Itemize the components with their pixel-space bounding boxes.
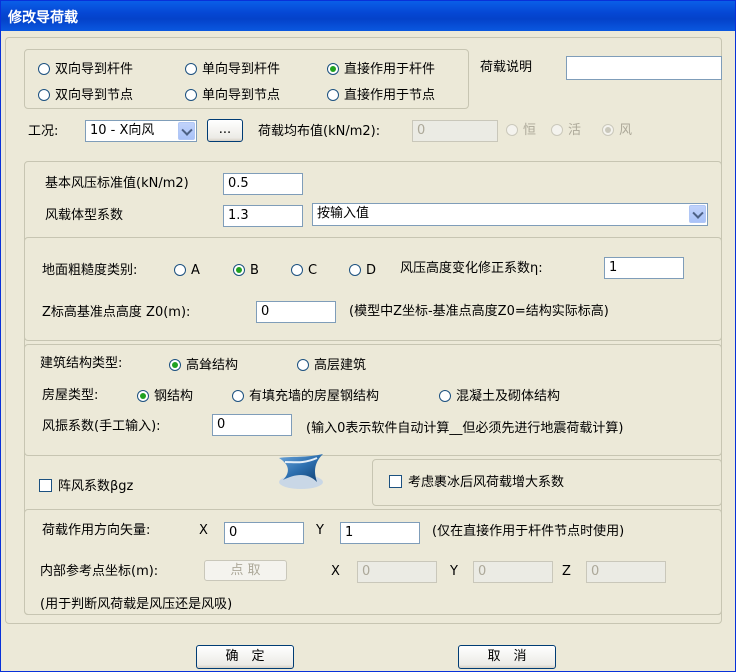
radio-label: 直接作用于节点: [344, 88, 436, 103]
radio-terrain-b[interactable]: B: [233, 263, 259, 279]
radio-wind[interactable]: 风: [602, 123, 632, 139]
ref-x-label: X: [331, 564, 340, 579]
radio-label: 单向导到节点: [202, 88, 281, 103]
radio-label: B: [250, 263, 259, 278]
terrain-label: 地面粗糙度类别:: [42, 263, 138, 278]
vector-x-input[interactable]: 0: [224, 522, 304, 544]
radio-unidir-member[interactable]: 单向导到杆件: [185, 62, 280, 78]
vibration-label: 风振系数(手工输入):: [42, 419, 161, 434]
structure-type-label: 建筑结构类型:: [40, 356, 123, 371]
ref-z-label: Z: [562, 564, 571, 579]
radio-label: 有填充墙的房屋钢结构: [249, 389, 380, 404]
radio-steel[interactable]: 钢结构: [137, 389, 193, 405]
dropdown-arrow-icon: [689, 205, 706, 223]
radio-terrain-a[interactable]: A: [174, 263, 200, 279]
radio-label: 高耸结构: [186, 358, 239, 373]
gust-label: 阵风系数βgz: [58, 479, 134, 494]
radio-direct-node[interactable]: 直接作用于节点: [327, 88, 435, 104]
case-more-button[interactable]: ...: [207, 119, 243, 142]
radio-label: D: [366, 263, 377, 278]
shape-mode-value: 按输入值: [317, 206, 370, 221]
dropdown-arrow-icon: [178, 122, 195, 140]
shape-coef-input[interactable]: 1.3: [223, 205, 303, 227]
ref-point-label: 内部参考点坐标(m):: [40, 564, 159, 579]
ref-x-input[interactable]: 0: [357, 561, 437, 583]
radio-concrete[interactable]: 混凝土及砌体结构: [439, 389, 560, 405]
checkbox-icon: [389, 475, 402, 488]
vector-y-input[interactable]: 1: [340, 522, 420, 544]
radio-label: 恒: [523, 123, 537, 138]
load-desc-label: 荷载说明: [480, 60, 533, 75]
radio-bidir-member[interactable]: 双向导到杆件: [38, 62, 133, 78]
radio-bidir-node[interactable]: 双向导到节点: [38, 88, 133, 104]
house-type-label: 房屋类型:: [42, 388, 99, 403]
shape-mode-select[interactable]: 按输入值: [312, 203, 708, 226]
radio-label: C: [308, 263, 318, 278]
dist-load-input[interactable]: 0: [412, 120, 498, 142]
radio-label: 直接作用于杆件: [344, 62, 436, 77]
cancel-button[interactable]: 取 消: [458, 645, 556, 669]
radio-direct-member[interactable]: 直接作用于杆件: [327, 62, 435, 78]
radio-dead[interactable]: 恒: [506, 123, 536, 139]
radio-label: 单向导到杆件: [202, 62, 281, 77]
wind-pressure-input[interactable]: 0.5: [223, 173, 303, 195]
radio-label: 活: [568, 123, 582, 138]
vector-x-label: X: [199, 523, 208, 538]
ref-z-input[interactable]: 0: [586, 561, 666, 583]
vibration-input[interactable]: 0: [212, 414, 292, 436]
window-title: 修改导荷载: [8, 10, 78, 26]
radio-live[interactable]: 活: [551, 123, 581, 139]
vector-label: 荷载作用方向矢量:: [42, 523, 151, 538]
case-select-value: 10 - X向风: [90, 123, 155, 138]
radio-label: 双向导到杆件: [55, 62, 134, 77]
radio-unidir-node[interactable]: 单向导到节点: [185, 88, 280, 104]
shape-coef-label: 风载体型系数: [45, 208, 124, 223]
ref-y-input[interactable]: 0: [473, 561, 553, 583]
eta-label: 风压高度变化修正系数η:: [400, 261, 543, 276]
eta-input[interactable]: 1: [604, 257, 684, 279]
vector-note: (仅在直接作用于杆件节点时使用): [432, 524, 625, 539]
radio-terrain-d[interactable]: D: [349, 263, 376, 279]
radio-label: 混凝土及砌体结构: [456, 389, 561, 404]
dist-load-label: 荷载均布值(kN/m2):: [258, 124, 381, 139]
load-desc-input[interactable]: [566, 56, 722, 80]
case-label: 工况:: [28, 124, 59, 139]
vibration-note: (输入0表示软件自动计算__但必须先进行地震荷载计算): [306, 421, 624, 436]
radio-label: 双向导到节点: [55, 88, 134, 103]
radio-label: 风: [619, 123, 633, 138]
gust-checkbox[interactable]: 阵风系数βgz: [39, 479, 133, 495]
ice-checkbox[interactable]: 考虑裹冰后风荷载增大系数: [389, 475, 564, 491]
radio-label: A: [191, 263, 200, 278]
dialog-window: 修改导荷载 双向导到杆件 单向导到杆件 直接作用于杆件 双向导到节点 单向导到节…: [0, 0, 736, 672]
radio-tower[interactable]: 高耸结构: [169, 358, 238, 374]
terrain-group: [24, 237, 722, 341]
z0-note: (模型中Z坐标-基准点高度Z0=结构实际标高): [349, 304, 609, 319]
pick-point-button[interactable]: 点 取: [204, 560, 287, 581]
wind-pressure-label: 基本风压标准值(kN/m2): [45, 176, 189, 191]
ref-point-note: (用于判断风荷载是风压还是风吸): [40, 597, 233, 612]
z0-input[interactable]: 0: [256, 301, 336, 323]
radio-terrain-c[interactable]: C: [291, 263, 317, 279]
radio-highrise[interactable]: 高层建筑: [297, 358, 366, 374]
title-bar[interactable]: 修改导荷载: [1, 1, 735, 31]
radio-label: 钢结构: [154, 389, 194, 404]
ref-y-label: Y: [450, 564, 458, 579]
ok-button[interactable]: 确 定: [196, 645, 294, 669]
ice-label: 考虑裹冰后风荷载增大系数: [408, 475, 565, 490]
z0-label: Z标高基准点高度 Z0(m):: [42, 305, 191, 320]
radio-label: 高层建筑: [314, 358, 367, 373]
vector-y-label: Y: [316, 523, 324, 538]
case-select[interactable]: 10 - X向风: [85, 120, 197, 142]
radio-infill-steel[interactable]: 有填充墙的房屋钢结构: [232, 389, 379, 405]
checkbox-icon: [39, 479, 52, 492]
wind-logo-icon: [273, 452, 329, 492]
